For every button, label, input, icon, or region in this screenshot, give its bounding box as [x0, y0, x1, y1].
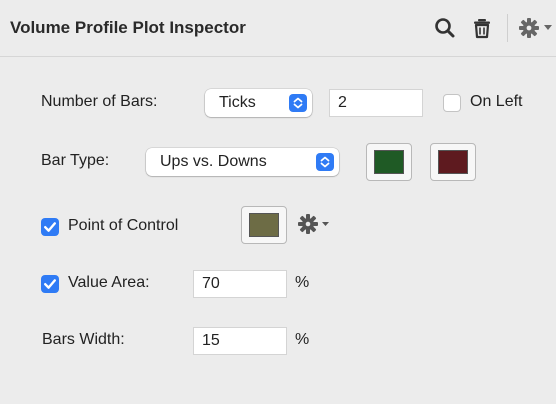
header-divider: [507, 14, 508, 42]
bar-type-popup[interactable]: Ups vs. Downs: [146, 148, 339, 176]
popup-stepper-icon: [316, 153, 334, 171]
inspector-title: Volume Profile Plot Inspector: [10, 18, 246, 37]
bars-width-unit: %: [295, 331, 310, 348]
point-of-control-label: Point of Control: [68, 217, 179, 234]
number-of-bars-field[interactable]: 2: [329, 89, 423, 117]
down-bar-color-swatch: [438, 150, 468, 174]
point-of-control-color-well[interactable]: [241, 206, 287, 244]
bars-width-label: Bars Width:: [42, 331, 125, 348]
number-of-bars-label: Number of Bars:: [41, 93, 158, 110]
point-of-control-checkbox[interactable]: [41, 218, 59, 236]
value-area-field[interactable]: 70: [193, 270, 287, 298]
value-area-checkbox[interactable]: [41, 275, 59, 293]
on-left-label: On Left: [470, 93, 523, 110]
bar-type-label: Bar Type:: [41, 152, 110, 169]
search-icon[interactable]: [432, 15, 458, 41]
point-of-control-gear-icon[interactable]: [296, 211, 332, 237]
value-area-label: Value Area:: [68, 274, 150, 291]
up-bar-color-well[interactable]: [366, 143, 412, 181]
bar-type-value: Ups vs. Downs: [160, 153, 267, 170]
on-left-checkbox[interactable]: [443, 94, 461, 112]
up-bar-color-swatch: [374, 150, 404, 174]
point-of-control-color-swatch: [249, 213, 279, 237]
bars-width-field[interactable]: 15: [193, 327, 287, 355]
number-of-bars-mode-value: Ticks: [219, 94, 256, 111]
inspector-header: Volume Profile Plot Inspector: [0, 0, 556, 57]
popup-stepper-icon: [289, 94, 307, 112]
down-bar-color-well[interactable]: [430, 143, 476, 181]
value-area-unit: %: [295, 274, 310, 291]
gear-dropdown-icon[interactable]: [517, 15, 555, 41]
trash-icon[interactable]: [469, 15, 495, 41]
number-of-bars-mode-popup[interactable]: Ticks: [205, 89, 312, 117]
